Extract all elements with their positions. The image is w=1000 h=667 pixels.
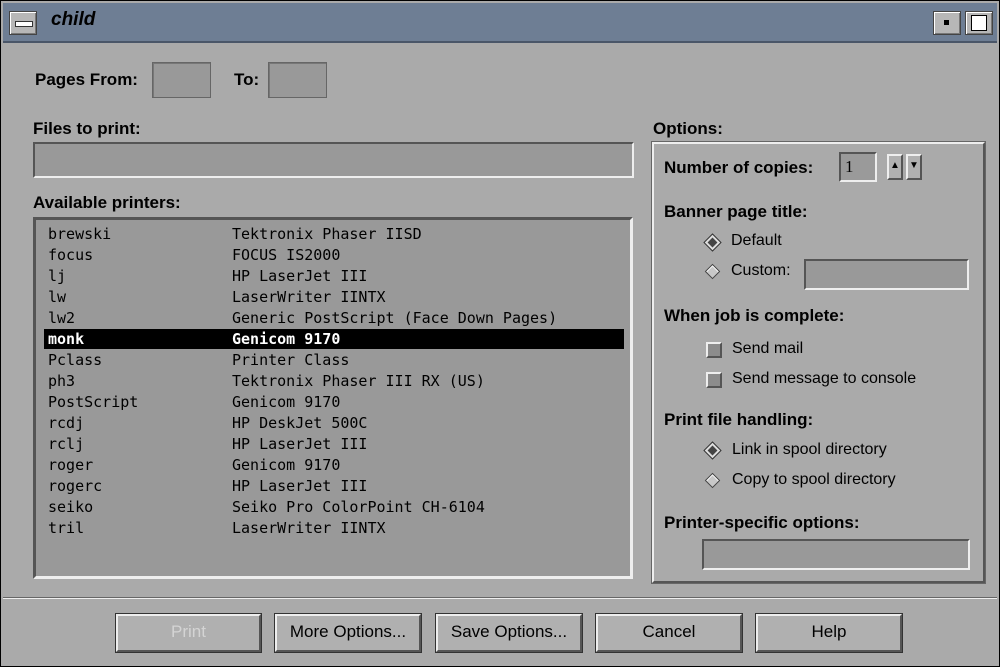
printer-name: ph3 — [48, 372, 76, 390]
printer-description: FOCUS IS2000 — [232, 246, 341, 264]
spin-down-icon[interactable]: ▼ — [906, 154, 922, 180]
printer-row[interactable]: lw LaserWriter IINTX — [44, 287, 624, 307]
send-mail-checkbox[interactable] — [706, 342, 722, 358]
print-dialog-window: child Pages From: To: Files to print: Av… — [0, 0, 1000, 667]
printer-description: Generic PostScript (Face Down Pages) — [232, 309, 558, 327]
printer-row[interactable]: rclj HP LaserJet III — [44, 434, 624, 454]
printer-row[interactable]: lj HP LaserJet III — [44, 266, 624, 286]
printer-row[interactable]: rcdj HP DeskJet 500C — [44, 413, 624, 433]
printer-description: LaserWriter IINTX — [232, 288, 386, 306]
cancel-button[interactable]: Cancel — [595, 613, 743, 653]
handling-link-label: Link in spool directory — [732, 441, 887, 458]
printer-list[interactable]: brewski Tektronix Phaser IISD focus FOCUS I… — [33, 217, 633, 579]
printer-row[interactable]: monk Genicom 9170 — [44, 329, 624, 349]
printer-name: lw — [48, 288, 67, 306]
files-input[interactable] — [33, 142, 634, 178]
printer-description: Genicom 9170 — [232, 330, 341, 348]
maximize-icon[interactable] — [965, 11, 993, 35]
printer-description: HP LaserJet III — [232, 435, 368, 453]
banner-label: Banner page title: — [664, 202, 808, 221]
printer-name: tril — [48, 519, 85, 537]
printer-row[interactable]: roger Genicom 9170 — [44, 455, 624, 475]
printer-name: focus — [48, 246, 94, 264]
divider — [3, 597, 997, 599]
printer-name: rogerc — [48, 477, 103, 495]
banner-default-label: Default — [731, 232, 782, 249]
printers-label: Available printers: — [33, 193, 181, 212]
banner-custom-label: Custom: — [731, 262, 791, 279]
pages-from-input[interactable] — [152, 62, 211, 98]
printer-name: brewski — [48, 225, 112, 243]
printer-description: Tektronix Phaser IISD — [232, 225, 422, 243]
complete-label: When job is complete: — [664, 306, 845, 325]
send-console-label: Send message to console — [732, 370, 917, 387]
printer-name: PostScript — [48, 393, 139, 411]
printer-description: Printer Class — [232, 351, 350, 369]
title-bar[interactable]: child — [3, 3, 997, 43]
printer-row[interactable]: ph3 Tektronix Phaser III RX (US) — [44, 371, 624, 391]
files-label: Files to print: — [33, 119, 141, 138]
printer-row[interactable]: PostScript Genicom 9170 — [44, 392, 624, 412]
printer-name: rclj — [48, 435, 85, 453]
window-title: child — [51, 9, 96, 30]
printer-name: lw2 — [48, 309, 76, 327]
printer-row[interactable]: Pclass Printer Class — [44, 350, 624, 370]
printer-description: HP LaserJet III — [232, 267, 368, 285]
printer-description: Genicom 9170 — [232, 393, 341, 411]
printer-name: monk — [48, 330, 85, 348]
copies-input[interactable]: 1 — [839, 152, 877, 182]
printer-description: Genicom 9170 — [232, 456, 341, 474]
printer-name: roger — [48, 456, 94, 474]
send-mail-label: Send mail — [732, 340, 804, 357]
send-console-checkbox[interactable] — [706, 372, 722, 388]
help-button[interactable]: Help — [755, 613, 903, 653]
printer-row[interactable]: lw2 Generic PostScript (Face Down Pages) — [44, 308, 624, 328]
printer-description: Seiko Pro ColorPoint CH-6104 — [232, 498, 485, 516]
printer-name: Pclass — [48, 351, 103, 369]
printer-description: HP LaserJet III — [232, 477, 368, 495]
window-menu-icon[interactable] — [9, 11, 37, 35]
save-options-button[interactable]: Save Options... — [435, 613, 583, 653]
printer-description: LaserWriter IINTX — [232, 519, 386, 537]
printer-name: rcdj — [48, 414, 85, 432]
spin-up-icon[interactable]: ▲ — [887, 154, 903, 180]
more-options-button[interactable]: More Options... — [274, 613, 422, 653]
printer-description: Tektronix Phaser III RX (US) — [232, 372, 485, 390]
printer-row[interactable]: tril LaserWriter IINTX — [44, 518, 624, 538]
printer-description: HP DeskJet 500C — [232, 414, 368, 432]
specific-label: Printer-specific options: — [664, 513, 860, 532]
options-label: Options: — [653, 119, 723, 138]
print-button[interactable]: Print — [115, 613, 262, 653]
specific-input[interactable] — [702, 539, 970, 570]
printer-row[interactable]: brewski Tektronix Phaser IISD — [44, 224, 624, 244]
printer-name: seiko — [48, 498, 94, 516]
pages-to-label: To: — [234, 70, 260, 89]
minimize-icon[interactable] — [933, 11, 961, 35]
printer-row[interactable]: rogerc HP LaserJet III — [44, 476, 624, 496]
pages-from-label: Pages From: — [35, 70, 138, 89]
handling-label: Print file handling: — [664, 410, 814, 429]
printer-name: lj — [48, 267, 67, 285]
handling-copy-label: Copy to spool directory — [732, 471, 896, 488]
printer-row[interactable]: seiko Seiko Pro ColorPoint CH-6104 — [44, 497, 624, 517]
banner-custom-input[interactable] — [804, 259, 969, 290]
copies-label: Number of copies: — [664, 158, 814, 177]
pages-to-input[interactable] — [268, 62, 327, 98]
printer-row[interactable]: focus FOCUS IS2000 — [44, 245, 624, 265]
